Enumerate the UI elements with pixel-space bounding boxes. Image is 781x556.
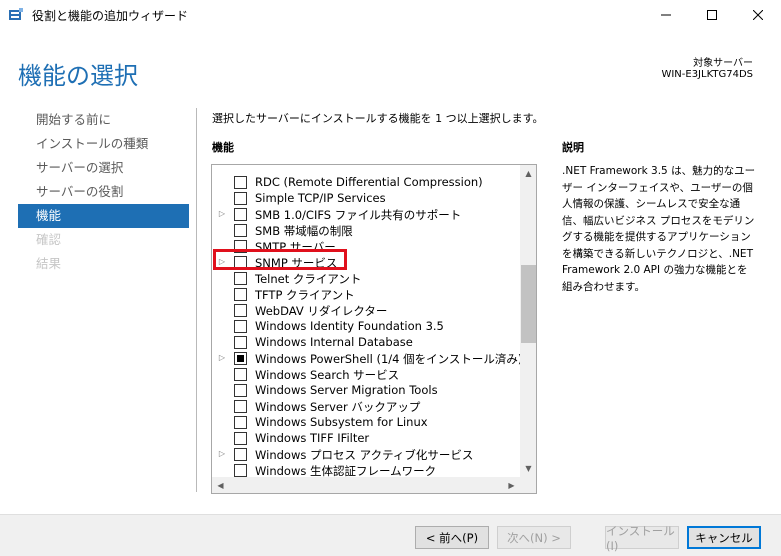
features-heading: 機能: [212, 141, 234, 154]
feature-row[interactable]: SMB 帯域幅の制限: [212, 222, 520, 238]
feature-checkbox[interactable]: [234, 336, 247, 349]
feature-label: Windows Identity Foundation 3.5: [255, 319, 444, 333]
feature-label: Windows Internal Database: [255, 335, 413, 349]
scroll-up-icon[interactable]: ▲: [520, 165, 536, 182]
expand-arrow-icon[interactable]: ▷: [217, 449, 227, 459]
expand-arrow-icon[interactable]: ▷: [217, 353, 227, 363]
feature-row[interactable]: Windows Server バックアップ: [212, 398, 520, 414]
wizard-footer: < 前へ(P) 次へ(N) > インストール(I) キャンセル: [0, 514, 781, 556]
nav-item-features[interactable]: 機能: [18, 204, 189, 228]
feature-checkbox[interactable]: [234, 416, 247, 429]
instruction-text: 選択したサーバーにインストールする機能を 1 つ以上選択します。: [212, 112, 544, 125]
feature-label: RDC (Remote Differential Compression): [255, 175, 483, 189]
feature-label: Telnet クライアント: [255, 272, 362, 286]
window-title: 役割と機能の追加ウィザード: [32, 9, 189, 23]
feature-row[interactable]: TFTP クライアント: [212, 286, 520, 302]
nav-item-server-roles[interactable]: サーバーの役割: [18, 180, 189, 204]
next-button[interactable]: 次へ(N) >: [497, 526, 571, 549]
wizard-nav: 開始する前に インストールの種類 サーバーの選択 サーバーの役割 機能 確認 結…: [18, 108, 189, 276]
feature-label: Windows Search サービス: [255, 368, 400, 382]
feature-label: Windows Server バックアップ: [255, 400, 421, 414]
scroll-down-icon[interactable]: ▼: [520, 460, 536, 477]
feature-row[interactable]: Windows Server Migration Tools: [212, 382, 520, 398]
feature-label: Windows TIFF IFilter: [255, 431, 370, 445]
feature-label: WebDAV リダイレクター: [255, 304, 388, 318]
feature-checkbox[interactable]: [234, 320, 247, 333]
feature-row[interactable]: WebDAV リダイレクター: [212, 302, 520, 318]
previous-button[interactable]: < 前へ(P): [415, 526, 489, 549]
feature-row[interactable]: ▷ Windows プロセス アクティブ化サービス: [212, 446, 520, 462]
feature-checkbox[interactable]: [234, 208, 247, 221]
feature-row[interactable]: Windows 生体認証フレームワーク: [212, 462, 520, 477]
feature-checkbox[interactable]: [234, 384, 247, 397]
description-heading: 説明: [562, 141, 584, 154]
feature-checkbox[interactable]: [234, 464, 247, 477]
feature-checkbox[interactable]: [234, 192, 247, 205]
feature-label: TFTP クライアント: [255, 288, 355, 302]
snmp-highlight-annotation: [213, 249, 347, 270]
nav-item-confirmation: 確認: [36, 232, 62, 247]
feature-checkbox[interactable]: [234, 176, 247, 189]
feature-label: Simple TCP/IP Services: [255, 191, 386, 205]
feature-row[interactable]: Windows Identity Foundation 3.5: [212, 318, 520, 334]
feature-checkbox[interactable]: [234, 448, 247, 461]
server-manager-icon: [8, 7, 24, 23]
feature-checkbox[interactable]: [234, 288, 247, 301]
feature-row[interactable]: Windows Subsystem for Linux: [212, 414, 520, 430]
feature-row[interactable]: Telnet クライアント: [212, 270, 520, 286]
minimize-icon[interactable]: [643, 0, 689, 30]
install-button[interactable]: インストール(I): [605, 524, 679, 553]
feature-label: Windows PowerShell (1/4 個をインストール済み): [255, 352, 520, 366]
scroll-right-icon[interactable]: ▶: [503, 477, 520, 493]
scrollbar-thumb[interactable]: [521, 265, 536, 343]
nav-item-results: 結果: [36, 256, 62, 271]
nav-item-installation-type[interactable]: インストールの種類: [18, 132, 189, 156]
feature-checkbox[interactable]: [234, 432, 247, 445]
feature-row[interactable]: ▷ SMB 1.0/CIFS ファイル共有のサポート: [212, 206, 520, 222]
feature-label: Windows プロセス アクティブ化サービス: [255, 448, 474, 462]
wizard-header: 機能の選択 対象サーバー WIN-E3JLKTG74DS: [0, 30, 781, 102]
feature-row[interactable]: Windows Search サービス: [212, 366, 520, 382]
nav-divider: [196, 108, 197, 492]
feature-checkbox[interactable]: [234, 304, 247, 317]
close-icon[interactable]: [735, 0, 781, 30]
feature-row[interactable]: Windows Internal Database: [212, 334, 520, 350]
description-text: .NET Framework 3.5 は、魅力的なユーザー インターフェイスや、…: [562, 165, 756, 293]
scrollbar-corner: [520, 477, 536, 493]
feature-checkbox[interactable]: [234, 368, 247, 381]
features-list-content: RDC (Remote Differential Compression) Sim…: [212, 165, 520, 477]
nav-item-before-you-begin[interactable]: 開始する前に: [18, 108, 189, 132]
feature-label: SMB 帯域幅の制限: [255, 224, 353, 238]
vertical-scrollbar[interactable]: ▲ ▼: [520, 165, 536, 477]
feature-row[interactable]: RDC (Remote Differential Compression): [212, 174, 520, 190]
features-list[interactable]: RDC (Remote Differential Compression) Sim…: [211, 164, 537, 494]
feature-label: Windows Subsystem for Linux: [255, 415, 428, 429]
feature-label: Windows 生体認証フレームワーク: [255, 464, 437, 477]
scroll-left-icon[interactable]: ◀: [212, 477, 229, 493]
feature-row[interactable]: Windows TIFF IFilter: [212, 430, 520, 446]
feature-checkbox[interactable]: [234, 400, 247, 413]
page-title: 機能の選択: [18, 62, 138, 90]
maximize-icon[interactable]: [689, 0, 735, 30]
cancel-button[interactable]: キャンセル: [687, 526, 761, 549]
feature-label: Windows Server Migration Tools: [255, 383, 438, 397]
nav-item-server-selection[interactable]: サーバーの選択: [18, 156, 189, 180]
target-server-label: 対象サーバー: [693, 58, 753, 69]
feature-checkbox[interactable]: [234, 272, 247, 285]
expand-arrow-icon[interactable]: ▷: [217, 209, 227, 219]
feature-row[interactable]: Simple TCP/IP Services: [212, 190, 520, 206]
feature-checkbox[interactable]: [234, 224, 247, 237]
target-server-name: WIN-E3JLKTG74DS: [661, 69, 753, 80]
title-bar: 役割と機能の追加ウィザード: [0, 0, 781, 30]
horizontal-scrollbar[interactable]: ◀ ▶: [212, 477, 520, 493]
feature-row[interactable]: ▷ Windows PowerShell (1/4 個をインストール済み): [212, 350, 520, 366]
feature-checkbox[interactable]: [234, 352, 247, 365]
feature-label: SMB 1.0/CIFS ファイル共有のサポート: [255, 208, 462, 222]
